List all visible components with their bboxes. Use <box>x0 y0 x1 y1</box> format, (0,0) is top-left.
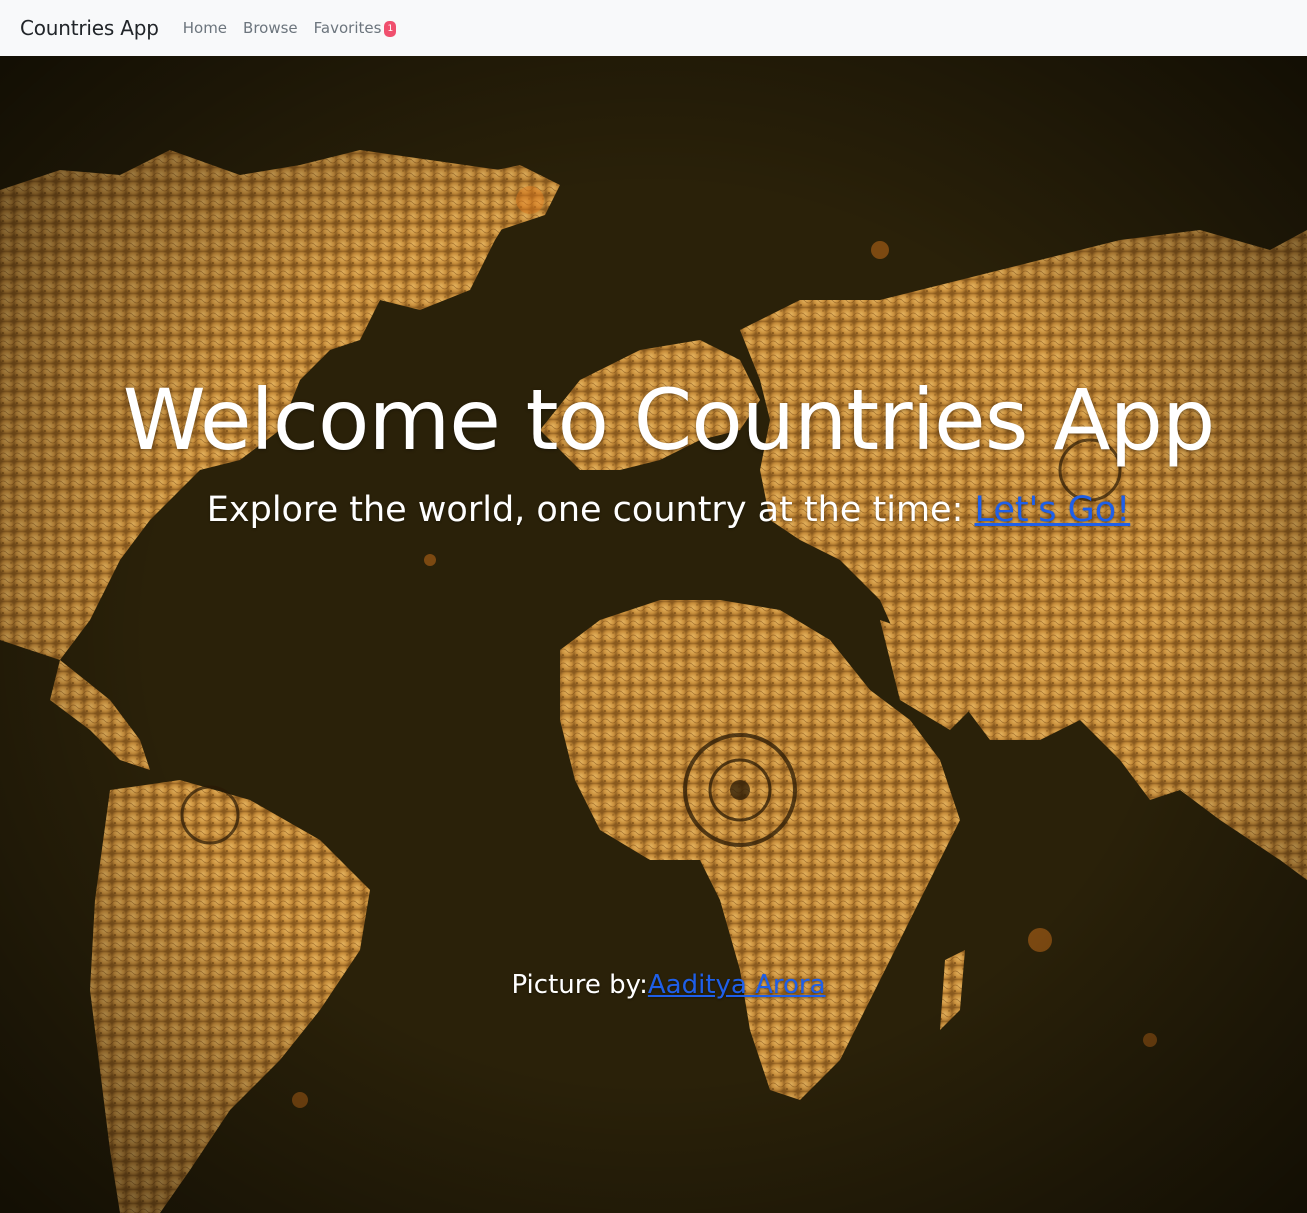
favorites-count-badge: 1 <box>384 21 397 37</box>
photo-credit-text: Picture by: <box>511 970 648 1000</box>
hero-subtitle: Explore the world, one country at the ti… <box>15 485 1307 535</box>
photo-credit: Picture by:Aaditya Arora <box>15 965 1307 1005</box>
nav-link-favorites-label: Favorites <box>313 19 382 37</box>
navbar-brand[interactable]: Countries App <box>20 16 159 40</box>
hero-subtitle-text: Explore the world, one country at the ti… <box>206 490 975 530</box>
photographer-link[interactable]: Aaditya Arora <box>648 970 826 1000</box>
nav-link-home[interactable]: Home <box>183 19 227 37</box>
top-navbar: Countries App Home Browse Favorites 1 <box>0 0 1307 56</box>
hero-title: Welcome to Countries App <box>122 371 1216 469</box>
hero-section: Welcome to Countries App Explore the wor… <box>0 56 1307 1213</box>
nav-link-favorites[interactable]: Favorites 1 <box>314 19 397 37</box>
nav-link-browse[interactable]: Browse <box>243 19 298 37</box>
lets-go-link[interactable]: Let's Go! <box>975 490 1131 530</box>
world-map-background-image <box>0 56 1307 1213</box>
